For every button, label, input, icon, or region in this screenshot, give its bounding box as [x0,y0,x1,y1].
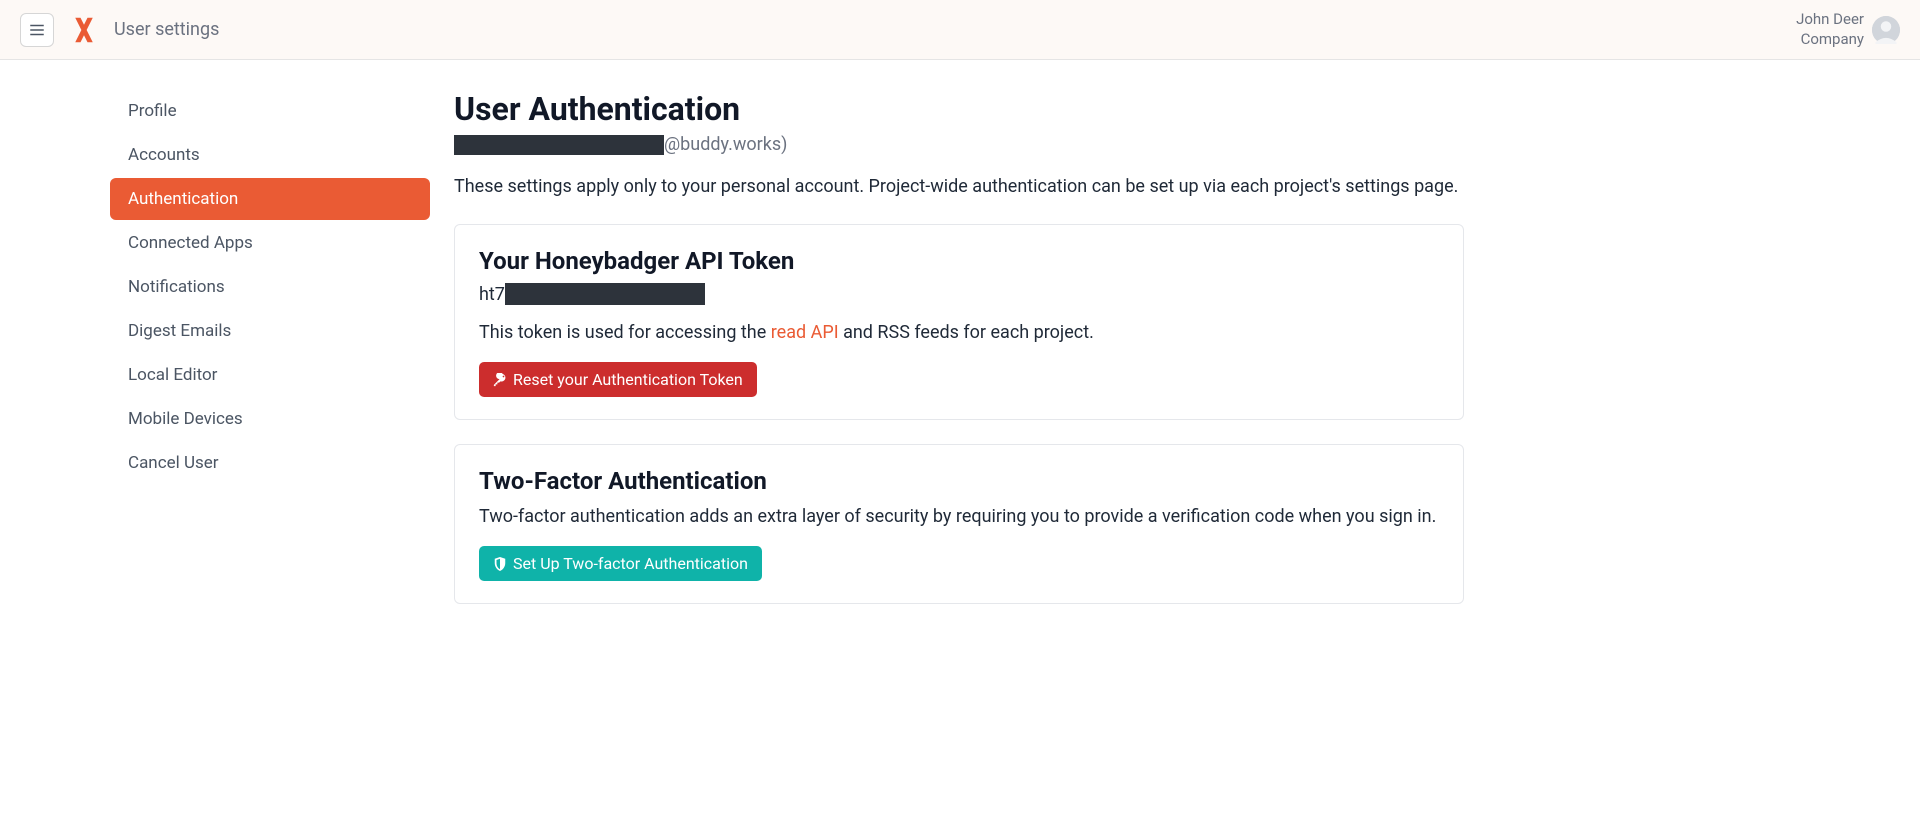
redacted-email-prefix [454,135,664,155]
reset-token-button[interactable]: Reset your Authentication Token [479,362,757,397]
reset-token-label: Reset your Authentication Token [513,370,743,389]
sidebar-item-profile[interactable]: Profile [110,90,430,132]
shield-icon [493,557,507,571]
redacted-token [505,283,705,305]
user-email: @buddy.works) [454,134,1464,155]
read-api-link[interactable]: read API [771,322,839,343]
token-prefix: ht7 [479,284,505,305]
content-area: User Authentication @buddy.works) These … [454,90,1464,628]
two-factor-title: Two-Factor Authentication [479,467,1439,495]
api-token-card: Your Honeybadger API Token ht7 This toke… [454,224,1464,420]
user-name: John Deer [1796,10,1864,30]
sidebar-item-connected-apps[interactable]: Connected Apps [110,222,430,264]
api-token-description: This token is used for accessing the rea… [479,319,1439,346]
settings-sidebar: ProfileAccountsAuthenticationConnected A… [110,90,430,628]
two-factor-description: Two-factor authentication adds an extra … [479,503,1439,530]
sidebar-item-notifications[interactable]: Notifications [110,266,430,308]
api-token-value: ht7 [479,283,1439,305]
sidebar-item-local-editor[interactable]: Local Editor [110,354,430,396]
avatar[interactable] [1872,16,1900,44]
user-info[interactable]: John Deer Company [1796,10,1864,49]
header-left: User settings [20,13,219,47]
sidebar-item-authentication[interactable]: Authentication [110,178,430,220]
page-title: User settings [114,19,219,40]
sidebar-item-mobile-devices[interactable]: Mobile Devices [110,398,430,440]
app-header: User settings John Deer Company [0,0,1920,60]
hamburger-icon [28,21,46,39]
content-description: These settings apply only to your person… [454,173,1464,200]
setup-2fa-label: Set Up Two-factor Authentication [513,554,748,573]
header-right: John Deer Company [1796,10,1900,49]
app-logo[interactable] [70,16,98,44]
api-token-title: Your Honeybadger API Token [479,247,1439,275]
company-name: Company [1796,30,1864,50]
two-factor-card: Two-Factor Authentication Two-factor aut… [454,444,1464,604]
sidebar-item-digest-emails[interactable]: Digest Emails [110,310,430,352]
content-title: User Authentication [454,90,1464,128]
sidebar-item-accounts[interactable]: Accounts [110,134,430,176]
main-container: ProfileAccountsAuthenticationConnected A… [0,60,1920,658]
honeybadger-logo-icon [70,16,98,44]
email-domain: @buddy.works) [664,134,787,155]
hamburger-menu-button[interactable] [20,13,54,47]
avatar-placeholder-icon [1872,16,1900,44]
sidebar-item-cancel-user[interactable]: Cancel User [110,442,430,484]
setup-2fa-button[interactable]: Set Up Two-factor Authentication [479,546,762,581]
key-icon [493,373,507,387]
